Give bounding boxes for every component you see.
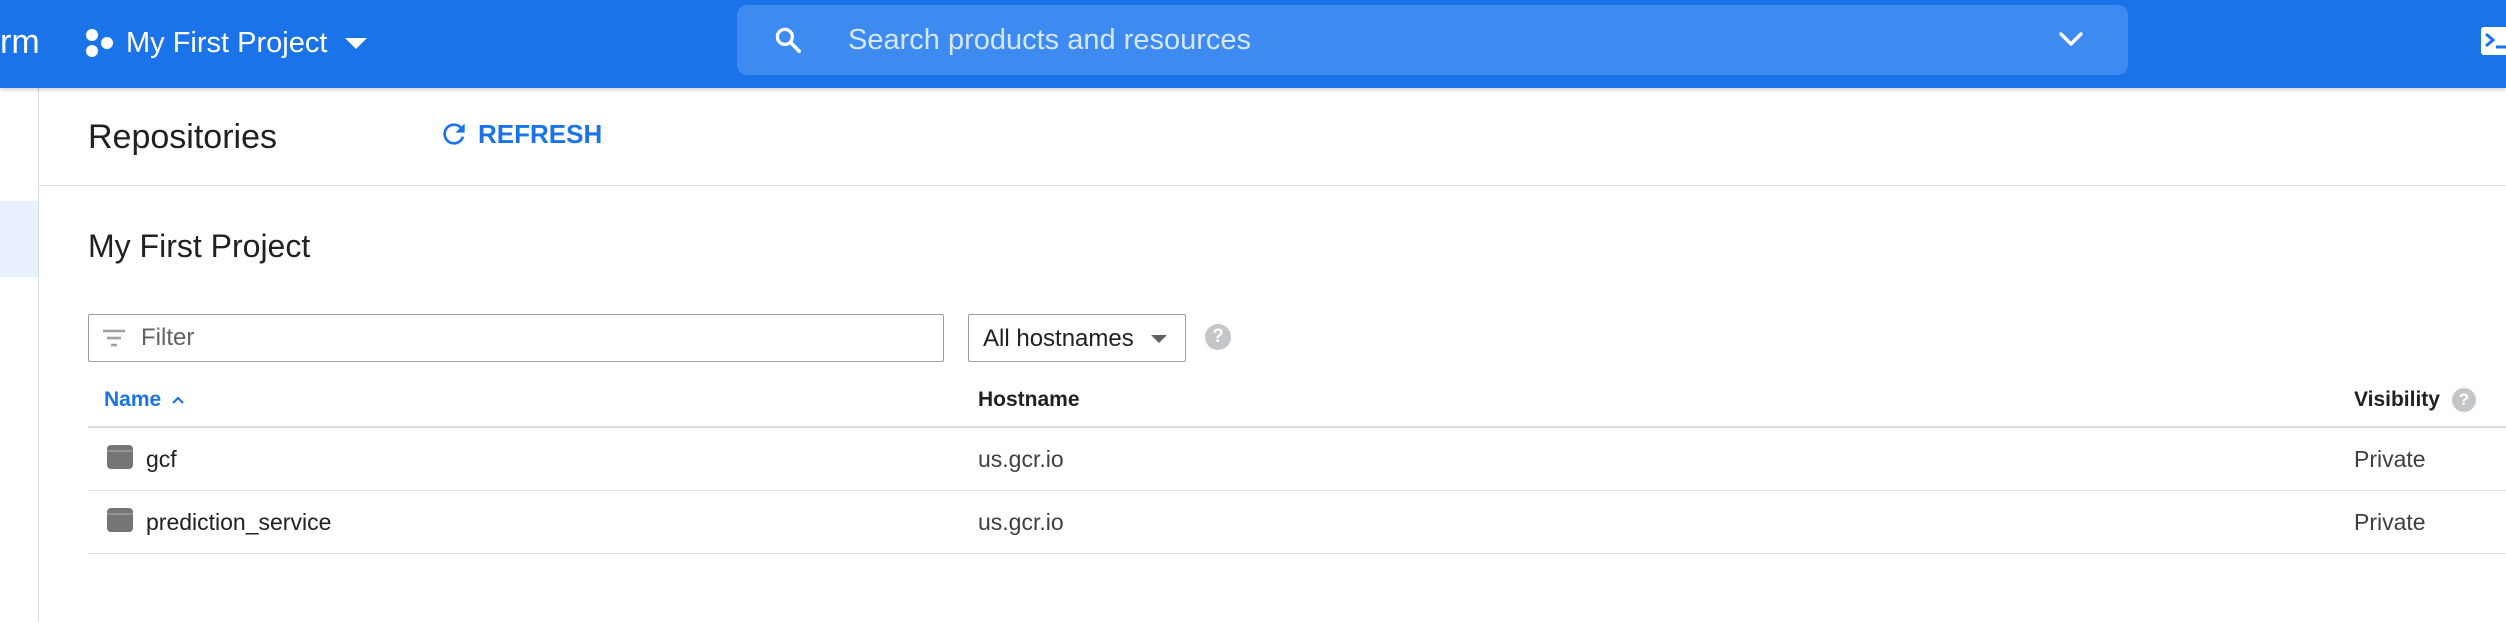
help-icon[interactable]: ? xyxy=(1205,324,1231,350)
column-header-hostname[interactable]: Hostname xyxy=(978,388,1080,412)
column-label-visibility: Visibility xyxy=(2354,388,2440,411)
left-nav xyxy=(0,88,39,622)
brand-name[interactable]: rm xyxy=(0,20,40,64)
search-bar[interactable]: Search products and resources xyxy=(737,5,2128,75)
section-title: My First Project xyxy=(88,228,311,264)
nav-item-selected[interactable] xyxy=(0,201,38,277)
top-app-bar: rm My First Project Search products and … xyxy=(0,0,2506,88)
repo-visibility: Private xyxy=(2354,509,2426,535)
column-label-name: Name xyxy=(104,388,162,411)
column-header-visibility[interactable]: Visibility ? xyxy=(2354,388,2476,412)
refresh-button[interactable]: REFRESH xyxy=(438,118,602,150)
project-name: My First Project xyxy=(126,26,328,59)
caret-down-icon xyxy=(1151,335,1167,343)
help-icon[interactable]: ? xyxy=(2451,388,2476,412)
column-header-name[interactable]: Name xyxy=(104,388,185,412)
project-picker[interactable]: My First Project xyxy=(82,18,368,68)
repositories-table: Name Hostname Visibility ? gcf us.gcr.io… xyxy=(88,378,2506,554)
caret-down-icon xyxy=(345,37,368,49)
repo-name-link[interactable]: gcf xyxy=(146,446,177,473)
cloud-shell-icon[interactable] xyxy=(2480,26,2506,56)
repo-hostname: us.gcr.io xyxy=(978,509,1064,535)
table-row[interactable]: gcf us.gcr.io Private xyxy=(88,428,2506,491)
page-header: Repositories REFRESH xyxy=(38,88,2506,186)
search-placeholder: Search products and resources xyxy=(848,24,1251,56)
search-icon xyxy=(775,27,801,53)
repository-icon xyxy=(107,508,133,532)
refresh-icon xyxy=(443,123,465,145)
filter-input[interactable] xyxy=(139,319,923,357)
repository-icon xyxy=(107,445,133,469)
filter-field[interactable] xyxy=(88,314,944,362)
repo-visibility: Private xyxy=(2354,446,2426,472)
refresh-label: REFRESH xyxy=(478,118,603,149)
chevron-down-icon[interactable] xyxy=(2058,31,2084,49)
table-header: Name Hostname Visibility ? xyxy=(88,378,2506,428)
sort-ascending-icon xyxy=(172,396,184,404)
filter-icon xyxy=(103,329,125,347)
hostname-select-value: All hostnames xyxy=(983,325,1134,352)
project-dots-icon xyxy=(86,29,113,57)
page-title: Repositories xyxy=(88,118,277,156)
repo-hostname: us.gcr.io xyxy=(978,446,1064,472)
repo-name-link[interactable]: prediction_service xyxy=(146,509,331,536)
hostname-select[interactable]: All hostnames xyxy=(968,314,1186,362)
table-row[interactable]: prediction_service us.gcr.io Private xyxy=(88,491,2506,554)
